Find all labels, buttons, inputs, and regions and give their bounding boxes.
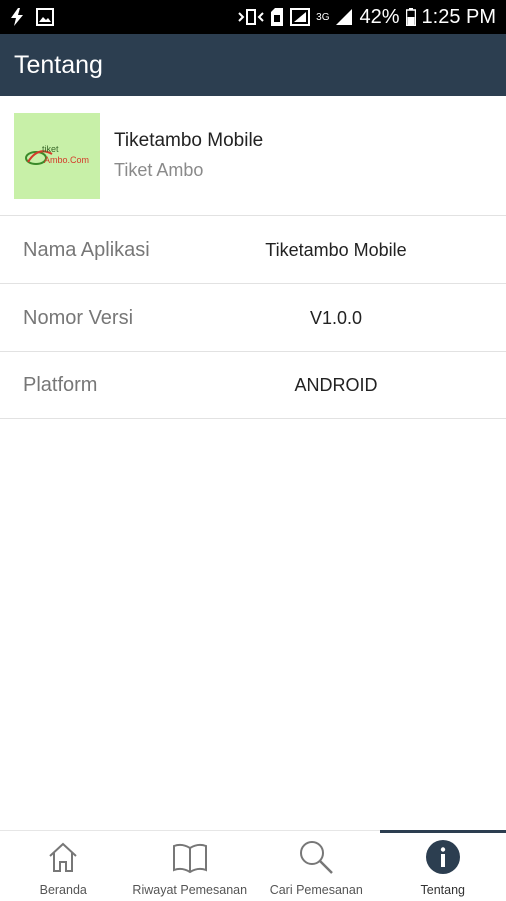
- info-value: V1.0.0: [256, 308, 416, 329]
- battery-icon: [406, 8, 416, 26]
- info-row-app-name: Nama Aplikasi Tiketambo Mobile: [0, 217, 506, 284]
- sim-icon: [270, 8, 284, 26]
- image-icon: [36, 8, 54, 26]
- nav-item-cari-pemesanan[interactable]: Cari Pemesanan: [253, 831, 380, 901]
- logo-text-line2: Ambo.Com: [44, 155, 89, 165]
- info-label: Nomor Versi: [23, 307, 133, 330]
- vibrate-icon: [238, 8, 264, 26]
- signal-icon: [335, 8, 353, 26]
- status-bar: 3G 42% 1:25 PM: [0, 0, 506, 34]
- info-icon: [425, 839, 461, 875]
- app-bar: Tentang: [0, 34, 506, 96]
- book-icon: [172, 839, 208, 875]
- signal-box-icon: [290, 8, 310, 26]
- info-value: Tiketambo Mobile: [256, 240, 416, 261]
- search-icon: [298, 839, 334, 875]
- network-icon: 3G: [316, 13, 329, 22]
- info-row-version: Nomor Versi V1.0.0: [0, 285, 506, 352]
- home-icon: [45, 839, 81, 875]
- nav-item-tentang[interactable]: Tentang: [380, 831, 506, 901]
- nav-label: Cari Pemesanan: [270, 883, 363, 897]
- status-left: [10, 8, 54, 26]
- page-title: Tentang: [14, 51, 103, 80]
- nav-label: Riwayat Pemesanan: [132, 883, 247, 897]
- nav-item-beranda[interactable]: Beranda: [0, 831, 127, 901]
- info-row-platform: Platform ANDROID: [0, 352, 506, 419]
- info-label: Platform: [23, 374, 97, 397]
- battery-percent: 42%: [359, 6, 399, 29]
- info-value: ANDROID: [256, 375, 416, 396]
- info-label: Nama Aplikasi: [23, 239, 150, 262]
- app-subtitle: Tiket Ambo: [114, 160, 263, 181]
- app-header: tiket Ambo.Com Tiketambo Mobile Tiket Am…: [0, 96, 506, 216]
- app-logo: tiket Ambo.Com: [14, 113, 100, 199]
- flash-icon: [10, 8, 24, 26]
- app-info: Tiketambo Mobile Tiket Ambo: [114, 130, 263, 181]
- status-time: 1:25 PM: [422, 6, 496, 29]
- status-right: 3G 42% 1:25 PM: [238, 6, 496, 29]
- nav-item-riwayat-pemesanan[interactable]: Riwayat Pemesanan: [127, 831, 254, 901]
- bottom-nav: Beranda Riwayat Pemesanan Cari Pemesanan…: [0, 830, 506, 900]
- nav-label: Beranda: [40, 883, 87, 897]
- app-name: Tiketambo Mobile: [114, 130, 263, 152]
- logo-mark: tiket Ambo.Com: [22, 136, 92, 176]
- nav-label: Tentang: [421, 883, 465, 897]
- logo-text-line1: tiket: [42, 144, 59, 154]
- network-label: 3G: [316, 13, 329, 22]
